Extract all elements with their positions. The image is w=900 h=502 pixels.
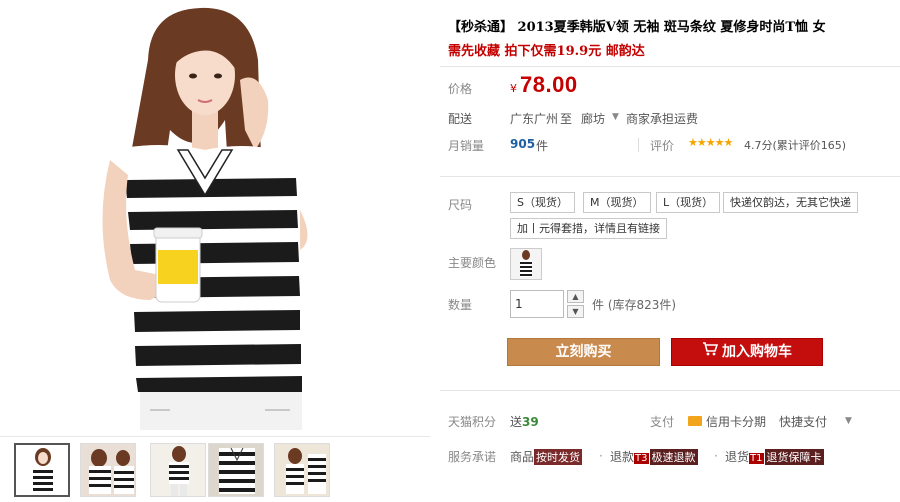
- stock-text: 件 (库存823件): [592, 298, 677, 312]
- chevron-down-icon[interactable]: ▼: [845, 416, 852, 426]
- shopping-cart-icon: [702, 339, 719, 365]
- divider: [440, 66, 900, 67]
- size-option-l[interactable]: L（现货）: [656, 192, 721, 213]
- service-row: 服务承诺 商品 按时发货 · 退款T3 极速退款 · 退货T1 退货保障卡: [440, 447, 900, 467]
- price-row: 价格 ¥ 78.00: [440, 70, 900, 106]
- divider: [440, 390, 900, 391]
- points-value: 送39: [510, 415, 539, 429]
- service-return-guarantee[interactable]: 退货T1 退货保障卡: [725, 448, 824, 465]
- option-express-note[interactable]: 快递仅韵达，无其它快递: [723, 192, 858, 213]
- chevron-down-icon[interactable]: ▼: [612, 112, 619, 122]
- currency-symbol: ¥: [510, 82, 517, 95]
- thumbnail-2[interactable]: [80, 443, 136, 497]
- size-option-s[interactable]: S（现货）: [510, 192, 575, 213]
- points-label: 天猫积分: [448, 415, 497, 429]
- divider: [638, 138, 639, 152]
- credit-card-icon: [688, 416, 702, 426]
- monthly-sales-label: 月销量: [448, 139, 485, 153]
- rating-text[interactable]: 4.7分(累计评价165): [744, 137, 846, 153]
- ship-to-word: 至: [560, 112, 573, 126]
- color-label: 主要颜色: [448, 256, 497, 270]
- size-label: 尺码: [448, 198, 473, 212]
- payment-label: 支付: [650, 415, 675, 429]
- divider: [440, 176, 900, 177]
- thumbnail-5[interactable]: [274, 443, 330, 497]
- option-bundle-note[interactable]: 加丨元得套措，详情且有链接: [510, 218, 667, 239]
- buy-now-button[interactable]: 立刻购买: [507, 338, 660, 366]
- service-fast-refund[interactable]: 退款T3 极速退款: [610, 448, 698, 465]
- model-illustration: [102, 7, 308, 430]
- thumbnail-1[interactable]: [14, 443, 70, 497]
- rating-stars-icon: ★★★★★: [688, 136, 733, 149]
- quantity-row: 数量 ▲ ▼ 件 (库存823件): [440, 290, 900, 320]
- separator-dot: ·: [599, 449, 603, 463]
- credit-card-installment-link[interactable]: 信用卡分期: [706, 413, 766, 430]
- shipping-fee: 商家承担运费: [626, 112, 699, 126]
- main-product-photo[interactable]: [0, 0, 430, 430]
- price-value: 78.00: [520, 72, 578, 97]
- size-option-m[interactable]: M（现货）: [583, 192, 651, 213]
- product-title: 【秒杀通】 2013夏季韩版V领 无袖 斑马条纹 夏修身时尚T恤 女: [448, 20, 826, 35]
- quantity-input[interactable]: [510, 290, 564, 318]
- monthly-sales-count: 905: [510, 137, 536, 151]
- ship-from: 广东广州: [510, 112, 559, 126]
- separator-dot: ·: [714, 449, 718, 463]
- quick-pay-link[interactable]: 快捷支付: [779, 413, 827, 430]
- product-info-panel: 【秒杀通】 2013夏季韩版V领 无袖 斑马条纹 夏修身时尚T恤 女 需先收藏 …: [440, 0, 900, 502]
- points-row: 天猫积分 送39 支付 信用卡分期 快捷支付 ▼: [440, 412, 900, 432]
- color-row: 主要颜色: [440, 248, 900, 282]
- rating-label: 评价: [650, 139, 675, 153]
- quantity-label: 数量: [448, 298, 473, 312]
- ship-destination-select[interactable]: 廊坊: [581, 110, 605, 127]
- thumbnail-4[interactable]: [208, 443, 264, 497]
- product-gallery: [0, 0, 430, 502]
- monthly-sales-unit: 件: [536, 139, 549, 153]
- shipping-row: 配送 广东广州 至 廊坊 ▼ 商家承担运费: [440, 108, 900, 128]
- sales-row: 月销量 905 件 评价 ★★★★★ 4.7分(累计评价165): [440, 136, 900, 154]
- quantity-decrease-button[interactable]: ▼: [567, 305, 584, 318]
- shipping-label: 配送: [448, 112, 473, 126]
- promo-subtitle: 需先收藏 拍下仅需19.9元 邮韵达: [448, 44, 645, 59]
- price-label: 价格: [448, 82, 473, 96]
- color-swatch-stripe[interactable]: [510, 248, 542, 280]
- thumbnail-3[interactable]: [150, 443, 206, 497]
- service-label: 服务承诺: [448, 450, 497, 464]
- thumbnail-strip: [0, 436, 430, 502]
- quantity-increase-button[interactable]: ▲: [567, 290, 584, 303]
- add-to-cart-button[interactable]: 加入购物车: [671, 338, 823, 366]
- add-to-cart-label: 加入购物车: [722, 344, 792, 360]
- service-on-time-shipping[interactable]: 商品 按时发货: [510, 448, 583, 465]
